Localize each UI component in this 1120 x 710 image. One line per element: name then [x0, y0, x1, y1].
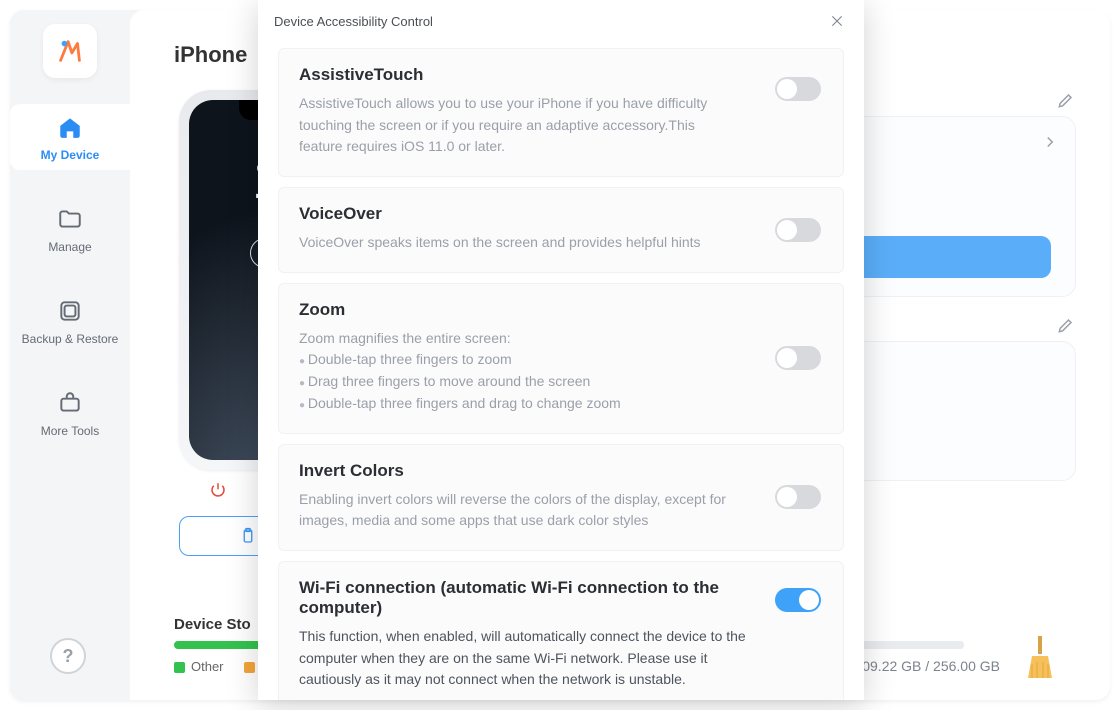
toggle-invert-colors[interactable] — [775, 485, 821, 509]
setting-title: Invert Colors — [299, 461, 823, 481]
toggle-wifi-connection[interactable] — [775, 588, 821, 612]
setting-zoom: Zoom Zoom magnifies the entire screen: D… — [278, 283, 844, 434]
setting-bullets: Double-tap three fingers to zoom Drag th… — [299, 349, 739, 414]
toggle-zoom[interactable] — [775, 346, 821, 370]
setting-bullet: Double-tap three fingers and drag to cha… — [299, 393, 739, 415]
modal-close-button[interactable] — [826, 10, 848, 32]
setting-title: AssistiveTouch — [299, 65, 823, 85]
setting-desc: VoiceOver speaks items on the screen and… — [299, 232, 739, 254]
setting-invert-colors: Invert Colors Enabling invert colors wil… — [278, 444, 844, 551]
setting-voiceover: VoiceOver VoiceOver speaks items on the … — [278, 187, 844, 273]
setting-title: Zoom — [299, 300, 823, 320]
accessibility-modal: Device Accessibility Control AssistiveTo… — [258, 0, 864, 700]
close-icon — [829, 13, 845, 29]
toggle-assistivetouch[interactable] — [775, 77, 821, 101]
setting-desc: Zoom magnifies the entire screen: — [299, 328, 823, 350]
setting-title: VoiceOver — [299, 204, 823, 224]
setting-desc: This function, when enabled, will automa… — [299, 626, 769, 691]
setting-wifi-connection: Wi-Fi connection (automatic Wi-Fi connec… — [278, 561, 844, 700]
setting-bullet: Drag three fingers to move around the sc… — [299, 371, 739, 393]
modal-title: Device Accessibility Control — [274, 14, 433, 29]
setting-bullet: Double-tap three fingers to zoom — [299, 349, 739, 371]
setting-assistivetouch: AssistiveTouch AssistiveTouch allows you… — [278, 48, 844, 177]
toggle-voiceover[interactable] — [775, 218, 821, 242]
setting-desc: AssistiveTouch allows you to use your iP… — [299, 93, 739, 158]
modal-body: AssistiveTouch AssistiveTouch allows you… — [258, 42, 864, 700]
modal-header: Device Accessibility Control — [258, 0, 864, 42]
setting-desc: Enabling invert colors will reverse the … — [299, 489, 739, 532]
setting-title: Wi-Fi connection (automatic Wi-Fi connec… — [299, 578, 739, 618]
